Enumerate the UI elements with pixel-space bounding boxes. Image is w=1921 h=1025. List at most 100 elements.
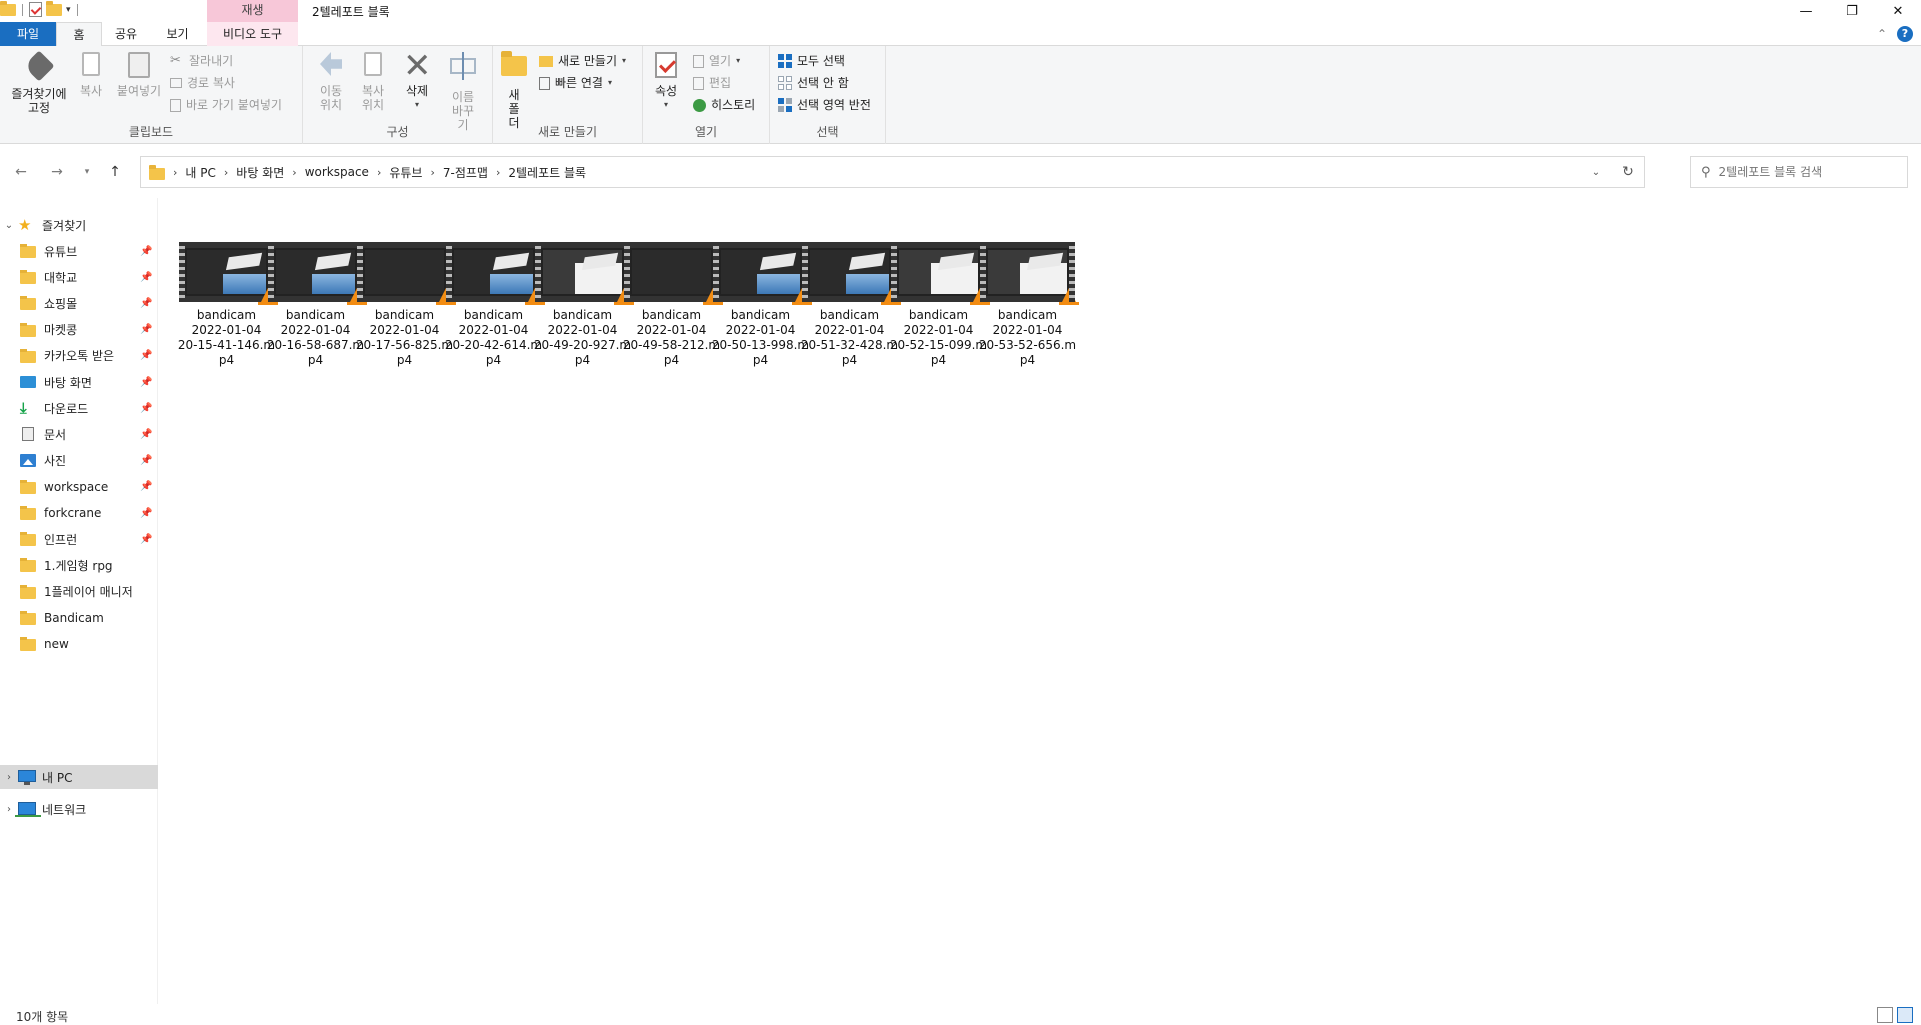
restore-button[interactable]: ❐ bbox=[1829, 0, 1875, 22]
copy-button[interactable]: 복사 bbox=[76, 52, 106, 98]
file-item[interactable]: bandicam 2022-01-04 20-16-58-687.m p4 bbox=[264, 242, 367, 368]
properties-icon[interactable] bbox=[29, 2, 42, 17]
breadcrumb-teleport-block[interactable]: 2텔레포트 블록 bbox=[508, 164, 586, 181]
sidebar-item[interactable]: 유튜브 📌 bbox=[0, 239, 158, 263]
rename-button[interactable]: 이름 바꾸기 bbox=[443, 52, 483, 132]
sidebar-item[interactable]: new bbox=[0, 632, 158, 656]
move-to-button[interactable]: 이동 위치 bbox=[313, 52, 349, 112]
select-all-button[interactable]: 모두 선택 bbox=[778, 52, 845, 70]
pin-icon[interactable]: 📌 bbox=[140, 455, 154, 466]
pin-icon[interactable]: 📌 bbox=[140, 246, 154, 257]
new-folder-button[interactable]: 새 폴더 bbox=[499, 51, 529, 130]
cut-button[interactable]: ✂ 잘라내기 bbox=[170, 52, 233, 70]
edit-button[interactable]: 편집 bbox=[693, 74, 731, 92]
sidebar-item[interactable]: Bandicam bbox=[0, 606, 158, 630]
file-item[interactable]: bandicam 2022-01-04 20-15-41-146.m p4 bbox=[175, 242, 278, 368]
back-button[interactable]: ← bbox=[10, 162, 32, 182]
file-item[interactable]: bandicam 2022-01-04 20-52-15-099.m p4 bbox=[887, 242, 990, 368]
sidebar-item[interactable]: 마켓콩 📌 bbox=[0, 318, 158, 342]
chevron-right-icon[interactable]: › bbox=[496, 166, 500, 179]
properties-dropdown-icon[interactable]: ▾ bbox=[651, 98, 681, 112]
pin-icon[interactable]: 📌 bbox=[140, 508, 154, 519]
pin-icon[interactable]: 📌 bbox=[140, 429, 154, 440]
paste-shortcut-button[interactable]: 바로 가기 붙여넣기 bbox=[170, 96, 282, 114]
pin-icon[interactable]: 📌 bbox=[140, 298, 154, 309]
chevron-right-icon[interactable]: › bbox=[224, 166, 228, 179]
sidebar-item[interactable]: 대학교 📌 bbox=[0, 265, 158, 289]
properties-button[interactable]: 속성 ▾ bbox=[651, 52, 681, 112]
breadcrumb-desktop[interactable]: 바탕 화면 bbox=[236, 164, 284, 181]
sidebar-item[interactable]: 1플레이어 매니저 bbox=[0, 580, 158, 604]
tab-file[interactable]: 파일 bbox=[0, 22, 56, 46]
delete-button[interactable]: ✕ 삭제 ▾ bbox=[401, 49, 433, 112]
pin-icon[interactable]: 📌 bbox=[140, 534, 154, 545]
new-folder-icon[interactable] bbox=[46, 0, 62, 16]
pin-icon[interactable]: 📌 bbox=[140, 324, 154, 335]
chevron-down-icon[interactable]: ⌄ bbox=[0, 220, 18, 231]
sidebar-item[interactable]: 1.게임형 rpg bbox=[0, 553, 158, 577]
qat-customize-icon[interactable]: ▾ bbox=[66, 5, 71, 15]
address-history-dropdown-icon[interactable]: ⌄ bbox=[1580, 167, 1612, 178]
paste-button[interactable]: 붙여넣기 bbox=[114, 52, 164, 98]
copy-path-button[interactable]: 경로 복사 bbox=[170, 74, 235, 92]
pin-to-quick-access-button[interactable]: 즐겨찾기에 고정 bbox=[6, 50, 72, 115]
sidebar-item[interactable]: 인프런 📌 bbox=[0, 527, 158, 551]
recent-locations-button[interactable]: ▾ bbox=[76, 162, 98, 182]
tab-share[interactable]: 공유 bbox=[102, 22, 150, 46]
sidebar-item[interactable]: 바탕 화면 📌 bbox=[0, 370, 158, 394]
file-item[interactable]: bandicam 2022-01-04 20-17-56-825.m p4 bbox=[353, 242, 456, 368]
forward-button[interactable]: → bbox=[46, 162, 68, 182]
pin-icon[interactable]: 📌 bbox=[140, 272, 154, 283]
history-button[interactable]: 히스토리 bbox=[693, 96, 755, 114]
copy-to-button[interactable]: 복사 위치 bbox=[355, 52, 391, 112]
chevron-right-icon[interactable]: › bbox=[0, 804, 18, 815]
up-button[interactable]: ↑ bbox=[104, 162, 126, 182]
help-icon[interactable]: ? bbox=[1897, 26, 1913, 42]
breadcrumb-workspace[interactable]: workspace bbox=[305, 165, 369, 179]
sidebar-item[interactable]: 사진 📌 bbox=[0, 449, 158, 473]
sidebar-item[interactable]: forkcrane 📌 bbox=[0, 501, 158, 525]
refresh-icon[interactable]: ↻ bbox=[1612, 164, 1644, 180]
minimize-button[interactable]: — bbox=[1783, 0, 1829, 22]
breadcrumb-jumpmap[interactable]: 7-점프맵 bbox=[443, 164, 488, 181]
pin-icon[interactable]: 📌 bbox=[140, 377, 154, 388]
breadcrumb-youtube[interactable]: 유튜브 bbox=[389, 164, 422, 181]
breadcrumb-this-pc[interactable]: 내 PC bbox=[185, 164, 215, 181]
sidebar-item[interactable]: 문서 📌 bbox=[0, 422, 158, 446]
open-button[interactable]: 열기 ▾ bbox=[693, 52, 740, 70]
search-box[interactable]: ⚲ bbox=[1690, 156, 1908, 188]
sidebar-item[interactable]: 쇼핑몰 📌 bbox=[0, 291, 158, 315]
tab-view[interactable]: 보기 bbox=[150, 22, 205, 46]
sidebar-item[interactable]: 카카오톡 받은 📌 bbox=[0, 344, 158, 368]
file-item[interactable]: bandicam 2022-01-04 20-49-20-927.m p4 bbox=[531, 242, 634, 368]
sidebar-item[interactable]: workspace 📌 bbox=[0, 475, 158, 499]
easy-access-button[interactable]: 빠른 연결 ▾ bbox=[539, 74, 612, 92]
tab-home[interactable]: 홈 bbox=[56, 22, 102, 47]
file-item[interactable]: bandicam 2022-01-04 20-50-13-998.m p4 bbox=[709, 242, 812, 368]
invert-selection-button[interactable]: 선택 영역 반전 bbox=[778, 96, 871, 114]
details-view-icon[interactable] bbox=[1877, 1007, 1893, 1023]
select-none-button[interactable]: 선택 안 함 bbox=[778, 74, 849, 92]
tab-video-tools[interactable]: 비디오 도구 bbox=[207, 22, 298, 46]
chevron-right-icon[interactable]: › bbox=[292, 166, 296, 179]
close-button[interactable]: ✕ bbox=[1875, 0, 1921, 22]
sidebar-item[interactable]: ⤓ 다운로드 📌 bbox=[0, 396, 158, 420]
pin-icon[interactable]: 📌 bbox=[140, 403, 154, 414]
chevron-right-icon[interactable]: › bbox=[377, 166, 381, 179]
address-bar[interactable]: › 내 PC › 바탕 화면 › workspace › 유튜브 › 7-점프맵… bbox=[140, 156, 1645, 188]
sidebar-this-pc[interactable]: › 내 PC bbox=[0, 765, 158, 789]
search-input[interactable] bbox=[1718, 165, 1889, 179]
sidebar-network[interactable]: › 네트워크 bbox=[0, 797, 158, 821]
chevron-right-icon[interactable]: › bbox=[430, 166, 434, 179]
file-item[interactable]: bandicam 2022-01-04 20-51-32-428.m p4 bbox=[798, 242, 901, 368]
file-item[interactable]: bandicam 2022-01-04 20-49-58-212.m p4 bbox=[620, 242, 723, 368]
pin-icon[interactable]: 📌 bbox=[140, 350, 154, 361]
collapse-ribbon-icon[interactable]: ⌃ bbox=[1877, 27, 1887, 41]
file-item[interactable]: bandicam 2022-01-04 20-20-42-614.m p4 bbox=[442, 242, 545, 368]
sidebar-quick-access[interactable]: ⌄ ★ 즐겨찾기 bbox=[0, 213, 158, 237]
delete-dropdown-icon[interactable]: ▾ bbox=[401, 98, 433, 112]
pin-icon[interactable]: 📌 bbox=[140, 481, 154, 492]
new-item-button[interactable]: 새로 만들기 ▾ bbox=[539, 52, 626, 70]
chevron-right-icon[interactable]: › bbox=[0, 772, 18, 783]
file-item[interactable]: bandicam 2022-01-04 20-53-52-656.m p4 bbox=[976, 242, 1079, 368]
